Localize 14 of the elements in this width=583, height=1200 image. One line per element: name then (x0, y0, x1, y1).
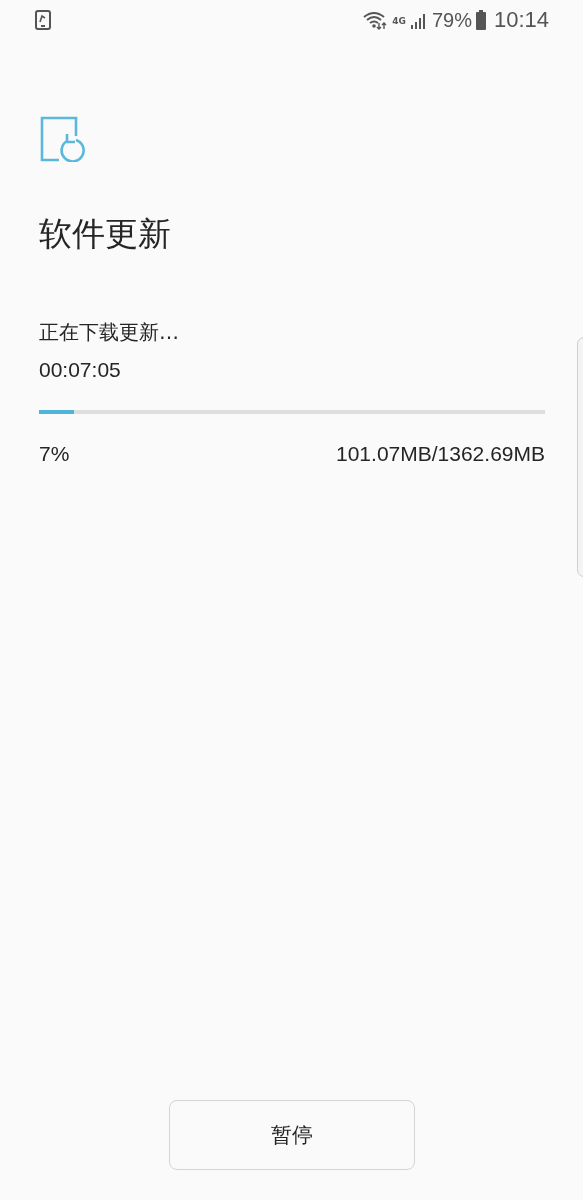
pause-button[interactable]: 暂停 (169, 1100, 415, 1170)
battery-percent: 79% (431, 8, 472, 32)
phone-update-icon (34, 10, 52, 30)
software-update-icon (39, 116, 85, 162)
download-size: 101.07MB/1362.69MB (336, 441, 545, 467)
clock-time: 10:14 (493, 7, 549, 33)
page-title: 软件更新 (39, 213, 172, 255)
signal-icon (409, 11, 428, 29)
network-type-label: 4G (392, 16, 406, 26)
wifi-icon (362, 10, 389, 30)
download-status: 正在下载更新… (39, 319, 180, 346)
battery-icon (475, 10, 486, 30)
elapsed-time: 00:07:05 (39, 357, 122, 383)
progress-percent: 7% (39, 441, 70, 467)
